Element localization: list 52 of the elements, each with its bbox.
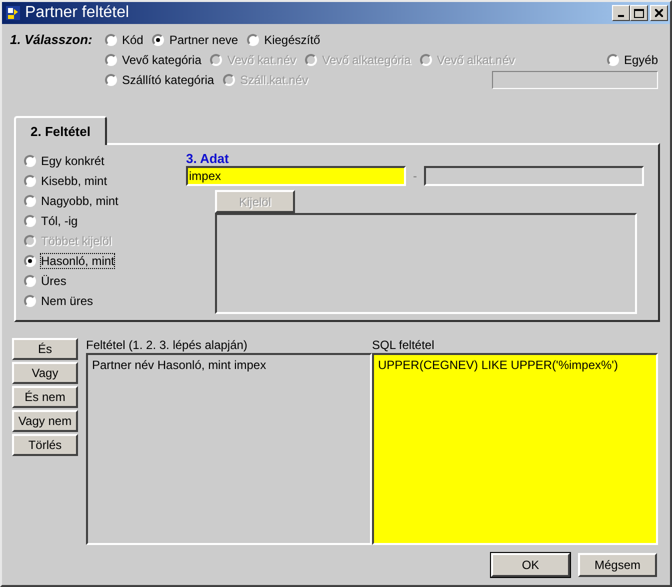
close-icon <box>655 9 663 17</box>
radio-label[interactable]: Hasonló, mint <box>41 254 114 268</box>
app-icon <box>5 5 21 21</box>
data-input[interactable]: impex <box>186 166 406 186</box>
maximize-icon <box>634 8 644 18</box>
range-separator: - <box>413 169 417 183</box>
minimize-button[interactable] <box>612 5 630 21</box>
sql-text: UPPER(CEGNEV) LIKE UPPER('%impex%') <box>378 358 618 372</box>
tab[interactable]: 2. Feltétel <box>14 116 107 145</box>
radio-label[interactable]: Kód <box>122 33 144 47</box>
radio-button[interactable] <box>105 54 117 66</box>
radio-button[interactable] <box>606 54 619 66</box>
radio-label[interactable]: Szállító kategória <box>122 73 214 87</box>
step-label: 1. Válasszon: <box>10 31 94 49</box>
radio-label[interactable]: Partner neve <box>169 33 238 47</box>
radio-button[interactable] <box>24 215 36 227</box>
radio-button[interactable] <box>24 195 36 207</box>
radio-label[interactable]: Tól, -ig <box>41 214 78 228</box>
radio-button[interactable] <box>24 295 36 307</box>
radio-label[interactable]: Üres <box>41 274 66 288</box>
radio-label[interactable]: Nagyobb, mint <box>41 194 118 208</box>
logic-button[interactable]: Vagy nem <box>12 410 78 432</box>
radio-label[interactable]: Kiegészítő <box>264 33 320 47</box>
radio-button[interactable] <box>24 155 36 167</box>
radio-button[interactable] <box>24 255 36 267</box>
dialog-button[interactable]: Mégsem <box>578 553 657 577</box>
condition-label: Feltétel (1. 2. 3. lépés alapján) <box>86 338 248 353</box>
logic-button[interactable]: Törlés <box>12 434 78 456</box>
radio-label[interactable]: Egyéb <box>624 53 658 67</box>
text-field[interactable] <box>492 71 658 89</box>
data-label: 3. Adat <box>186 151 230 166</box>
radio-label[interactable]: Vevő kategória <box>122 53 202 67</box>
maximize-button[interactable] <box>630 5 648 21</box>
radio-label[interactable]: Nem üres <box>41 294 94 308</box>
radio-button[interactable] <box>105 34 117 46</box>
logic-button[interactable]: És <box>12 338 78 360</box>
radio-label[interactable]: Egy konkrét <box>41 154 104 168</box>
radio-button[interactable] <box>247 34 260 46</box>
condition-text: Partner név Hasonló, mint impex <box>92 358 266 372</box>
radio-button[interactable] <box>105 74 117 86</box>
logic-button[interactable]: Vagy <box>12 362 78 384</box>
logic-button[interactable]: És nem <box>12 386 78 408</box>
list-box[interactable] <box>215 213 637 314</box>
data-input-to[interactable] <box>424 166 644 186</box>
radio-label[interactable]: Kisebb, mint <box>41 174 108 188</box>
dialog-button[interactable]: OK <box>491 553 570 577</box>
close-button[interactable] <box>650 5 668 21</box>
radio-button[interactable] <box>24 175 36 187</box>
sql-label: SQL feltétel <box>372 338 436 353</box>
radio-button[interactable] <box>24 275 36 287</box>
window-title: Partner feltétel <box>25 4 130 22</box>
radio-button[interactable] <box>152 34 164 46</box>
